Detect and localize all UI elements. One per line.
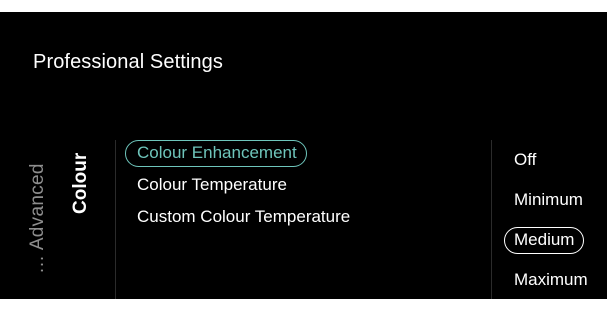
option-medium[interactable]: Medium <box>503 220 588 260</box>
divider-right <box>491 140 492 299</box>
colour-menu-list: Colour Enhancement Colour Temperature Cu… <box>125 137 350 233</box>
option-label: Maximum <box>514 270 588 289</box>
option-off[interactable]: Off <box>503 140 588 180</box>
enhancement-options-list: Off Minimum Medium Maximum <box>503 140 588 299</box>
page-title: Professional Settings <box>33 51 223 73</box>
divider-left <box>115 140 116 299</box>
menu-item-colour-enhancement[interactable]: Colour Enhancement <box>125 137 350 169</box>
option-label: Minimum <box>514 190 583 209</box>
option-label: Off <box>514 150 537 169</box>
menu-item-label: Colour Temperature <box>137 175 287 194</box>
breadcrumb-parent-advanced[interactable]: … Advanced <box>27 163 49 274</box>
option-minimum[interactable]: Minimum <box>503 180 588 220</box>
menu-item-label: Colour Enhancement <box>125 139 307 167</box>
menu-item-custom-colour-temperature[interactable]: Custom Colour Temperature <box>126 201 350 233</box>
menu-item-label: Custom Colour Temperature <box>137 207 351 226</box>
option-maximum[interactable]: Maximum <box>503 260 588 299</box>
option-label: Medium <box>504 226 585 254</box>
settings-screen: Professional Settings … Advanced Colour … <box>0 12 607 299</box>
breadcrumb-current-colour: Colour <box>70 152 91 214</box>
menu-item-colour-temperature[interactable]: Colour Temperature <box>126 169 350 201</box>
